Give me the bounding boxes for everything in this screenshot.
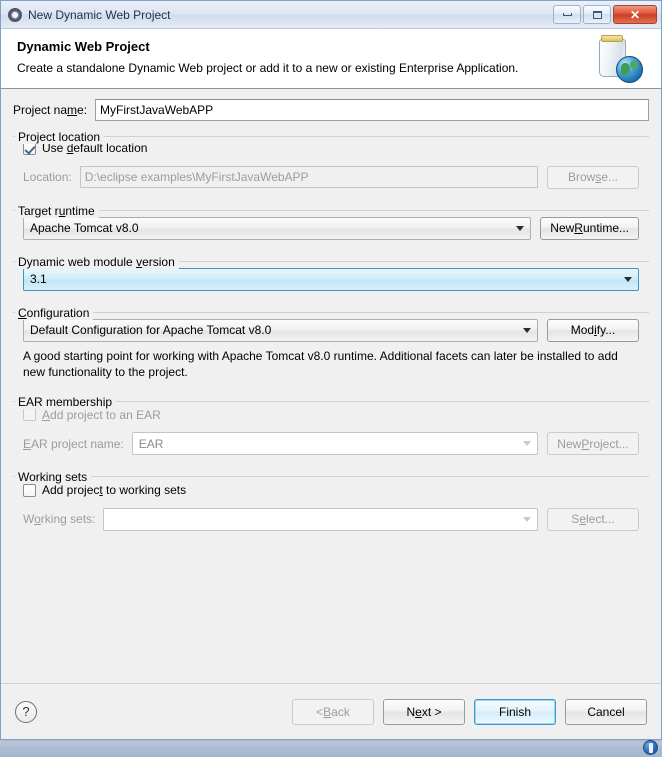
chevron-down-icon[interactable] — [618, 269, 638, 290]
checkbox-icon — [23, 408, 36, 421]
module-version-combo[interactable]: 3.1 — [23, 267, 639, 291]
next-button[interactable]: Ne xt > — [383, 698, 465, 725]
configuration-description: A good starting point for working with A… — [23, 348, 618, 379]
module-version-group: Dynamic web module version 3.1 — [13, 254, 649, 297]
back-button: < Back — [292, 698, 374, 725]
jar-globe-icon — [595, 35, 645, 85]
project-location-group: Project location Use default location Lo… — [13, 130, 649, 195]
chevron-down-icon[interactable] — [510, 218, 530, 239]
configuration-value: Default Configuration for Apache Tomcat … — [30, 323, 272, 337]
working-sets-combo — [103, 507, 538, 531]
wizard-body: Project name: MyFirstJavaWebAPP Project … — [1, 89, 661, 683]
page-description: Create a standalone Dynamic Web project … — [17, 61, 519, 75]
help-icon[interactable]: ? — [15, 700, 37, 723]
target-runtime-group: Target runtime Apache Tomcat v8.0 New Ru… — [13, 203, 649, 246]
configuration-group-title: Configuration — [15, 305, 94, 320]
title-bar[interactable]: New Dynamic Web Project ✕ — [1, 1, 661, 29]
windows-taskbar[interactable] — [0, 737, 662, 757]
chevron-down-icon — [517, 433, 537, 454]
checkbox-icon — [23, 483, 36, 497]
maximize-icon — [584, 6, 610, 23]
cancel-button[interactable]: Cancel — [565, 698, 647, 725]
close-button[interactable]: ✕ — [613, 5, 657, 24]
ear-project-name-value: EAR — [138, 436, 164, 451]
eclipse-wizard-icon — [7, 7, 23, 23]
maximize-button[interactable] — [583, 5, 611, 24]
new-project-button: New Project... — [547, 432, 639, 455]
new-dynamic-web-project-dialog: New Dynamic Web Project ✕ Dynamic Web Pr… — [0, 0, 662, 740]
new-runtime-button[interactable]: New Runtime... — [540, 216, 639, 240]
minimize-button[interactable] — [553, 5, 581, 24]
ear-project-name-row: EAR project name: EAR New Project... — [23, 432, 639, 455]
working-sets-label: Working sets: — [23, 512, 96, 526]
module-version-row: 3.1 — [23, 267, 639, 291]
chevron-down-icon[interactable] — [517, 320, 537, 341]
working-sets-group: Working sets Add project to working sets… — [13, 470, 649, 537]
browse-button: Brow s e... — [547, 165, 639, 189]
configuration-combo[interactable]: Default Configuration for Apache Tomcat … — [23, 318, 538, 342]
target-runtime-row: Apache Tomcat v8.0 New Runtime... — [23, 216, 639, 240]
ear-membership-group-title: EAR membership — [15, 394, 117, 409]
add-project-to-ear-label: Add project to an EAR — [42, 407, 161, 422]
target-runtime-value: Apache Tomcat v8.0 — [30, 221, 139, 235]
help-label: ? — [22, 704, 30, 719]
tray-icon[interactable] — [643, 740, 658, 755]
location-input: D:\eclipse examples\MyFirstJavaWebAPP — [79, 166, 538, 188]
project-location-group-title: Project location — [15, 130, 105, 144]
target-runtime-combo[interactable]: Apache Tomcat v8.0 — [23, 216, 532, 240]
window-title: New Dynamic Web Project — [28, 7, 171, 22]
project-name-input[interactable]: MyFirstJavaWebAPP — [95, 99, 649, 121]
project-name-row: Project name: MyFirstJavaWebAPP — [13, 99, 649, 121]
location-label: Location: — [23, 170, 72, 184]
project-name-label: Project name: — [13, 103, 88, 117]
working-sets-group-title: Working sets — [15, 470, 92, 484]
select-button: Se lect... — [547, 507, 639, 531]
ear-membership-group: EAR membership Add project to an EAR EAR… — [13, 394, 649, 462]
ear-project-name-combo: EAR — [131, 432, 538, 455]
wizard-header: Dynamic Web Project Create a standalone … — [1, 29, 661, 89]
window-controls: ✕ — [553, 5, 659, 24]
location-row: Location: D:\eclipse examples\MyFirstJav… — [23, 165, 639, 189]
finish-button[interactable]: Finish — [474, 698, 556, 725]
chevron-down-icon — [517, 509, 537, 530]
working-sets-row: Working sets: Se lect... — [23, 507, 639, 531]
module-version-value: 3.1 — [30, 272, 47, 286]
dialog-button-bar: ? < Back Ne xt > Finish Cancel — [1, 683, 661, 739]
ear-project-name-label: EAR project name: — [23, 436, 124, 451]
module-version-group-title: Dynamic web module version — [15, 254, 179, 269]
add-project-to-working-sets-checkbox[interactable]: Add project to working sets — [23, 483, 186, 497]
add-project-to-ear-checkbox: Add project to an EAR — [23, 408, 161, 422]
close-icon: ✕ — [629, 7, 641, 22]
modify-button[interactable]: Mod i fy... — [547, 318, 639, 342]
target-runtime-group-title: Target runtime — [15, 203, 99, 218]
page-title: Dynamic Web Project — [17, 39, 150, 54]
configuration-row: Default Configuration for Apache Tomcat … — [23, 318, 639, 342]
add-project-to-working-sets-label: Add project to working sets — [42, 483, 187, 497]
configuration-group: Configuration Default Configuration for … — [13, 305, 649, 386]
minimize-icon — [554, 6, 580, 23]
